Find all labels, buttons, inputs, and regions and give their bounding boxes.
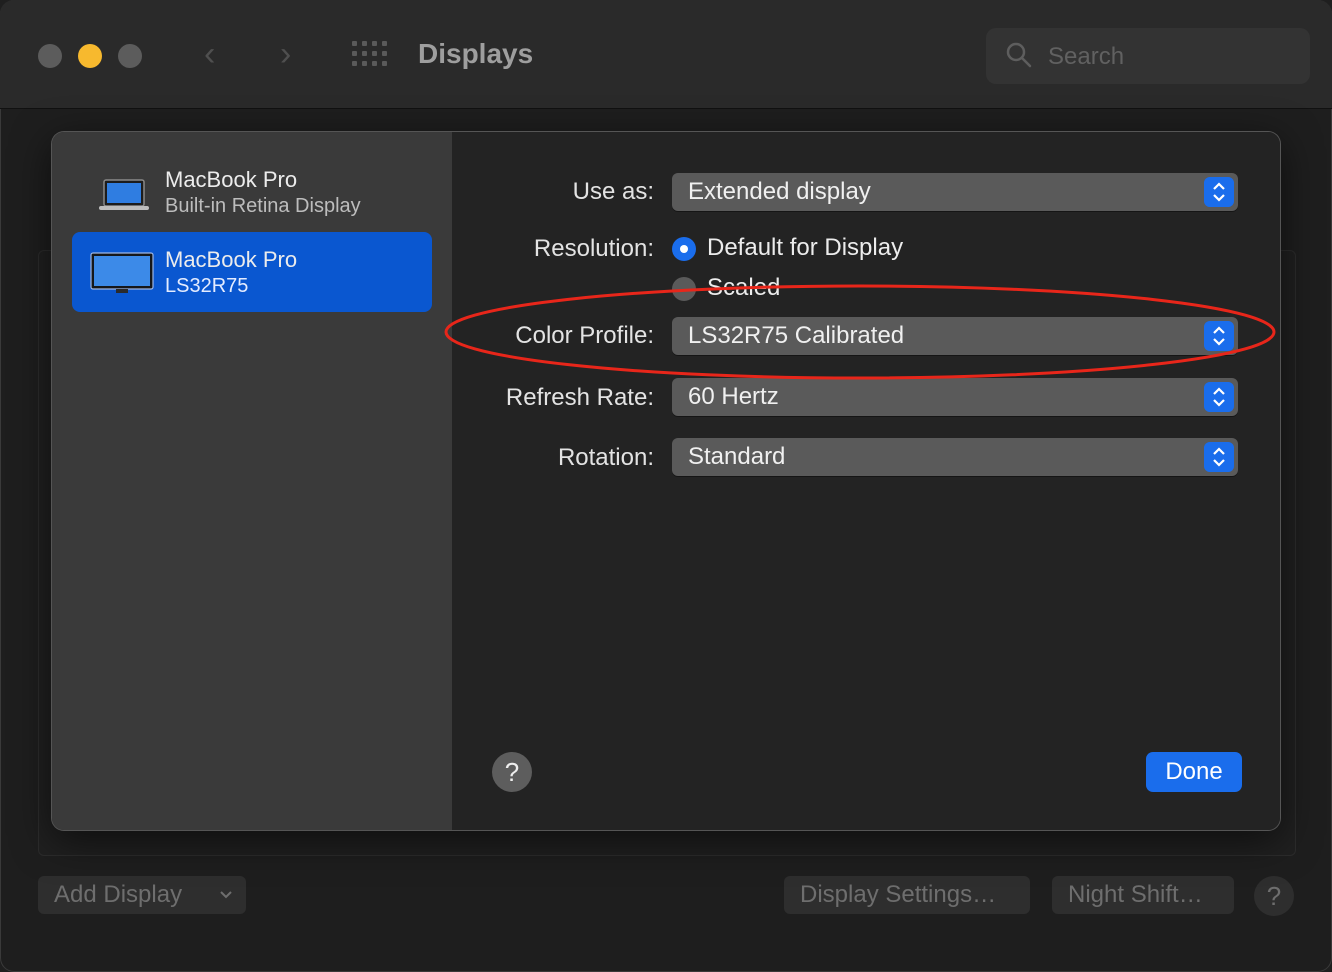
night-shift-button[interactable]: Night Shift… <box>1052 876 1234 914</box>
stepper-arrows-icon <box>1204 442 1234 472</box>
rotation-popup[interactable]: Standard <box>672 438 1238 476</box>
stepper-arrows-icon <box>1204 321 1234 351</box>
search-field[interactable]: Search <box>986 28 1310 84</box>
back-arrow-icon[interactable]: ‹ <box>204 34 215 74</box>
background-help-button[interactable]: ? <box>1254 876 1294 916</box>
close-window-button[interactable] <box>38 44 62 68</box>
display-settings-sheet: MacBook Pro Built-in Retina Display MacB… <box>52 132 1280 830</box>
display-item-subtitle: LS32R75 <box>165 275 249 297</box>
search-placeholder: Search <box>1048 43 1125 70</box>
search-icon <box>1006 42 1032 68</box>
add-display-label: Add Display <box>54 881 183 908</box>
use-as-label: Use as: <box>572 178 654 205</box>
help-button[interactable]: ? <box>492 752 532 792</box>
resolution-label: Resolution: <box>533 235 654 262</box>
window-title: Displays <box>418 38 534 69</box>
refresh-rate-value: 60 Hertz <box>688 383 779 410</box>
forward-arrow-icon[interactable]: › <box>280 34 291 74</box>
stepper-arrows-icon <box>1204 177 1234 207</box>
display-settings-button[interactable]: Display Settings… <box>784 876 1030 914</box>
display-item-name: MacBook Pro <box>165 247 298 272</box>
display-settings-panel: Use as: Extended display Resolution: Def… <box>452 132 1280 830</box>
add-display-button[interactable]: Add Display <box>38 876 246 914</box>
show-all-grid-icon[interactable] <box>352 41 388 71</box>
display-list-sidebar: MacBook Pro Built-in Retina Display MacB… <box>52 132 452 830</box>
rotation-value: Standard <box>688 443 786 470</box>
refresh-rate-label: Refresh Rate: <box>505 384 654 411</box>
color-profile-popup[interactable]: LS32R75 Calibrated <box>672 317 1238 355</box>
chevron-down-icon <box>220 891 232 899</box>
color-profile-value: LS32R75 Calibrated <box>688 322 905 349</box>
minimize-window-button[interactable] <box>78 44 102 68</box>
title-bar: ‹ › Displays Search <box>0 0 1332 109</box>
display-item-name: MacBook Pro <box>165 167 298 192</box>
zoom-window-button[interactable] <box>118 44 142 68</box>
stepper-arrows-icon <box>1204 382 1234 412</box>
laptop-icon <box>99 179 149 210</box>
use-as-popup[interactable]: Extended display <box>672 173 1238 211</box>
color-profile-label: Color Profile: <box>515 322 654 349</box>
display-item-ls32r75[interactable]: MacBook Pro LS32R75 <box>72 232 432 312</box>
done-button[interactable]: Done <box>1146 752 1242 792</box>
external-monitor-icon <box>90 252 154 293</box>
resolution-scaled-radio[interactable] <box>672 277 696 301</box>
resolution-default-radio[interactable] <box>672 237 696 261</box>
use-as-value: Extended display <box>688 178 871 205</box>
rotation-label: Rotation: <box>557 444 654 471</box>
resolution-default-label: Default for Display <box>707 234 904 261</box>
resolution-scaled-label: Scaled <box>707 274 781 301</box>
refresh-rate-popup[interactable]: 60 Hertz <box>672 378 1238 416</box>
displays-window: ‹ › Displays Search Add Display Display … <box>0 0 1332 972</box>
display-item-builtin[interactable]: MacBook Pro Built-in Retina Display <box>72 152 432 232</box>
display-item-subtitle: Built-in Retina Display <box>165 195 361 217</box>
